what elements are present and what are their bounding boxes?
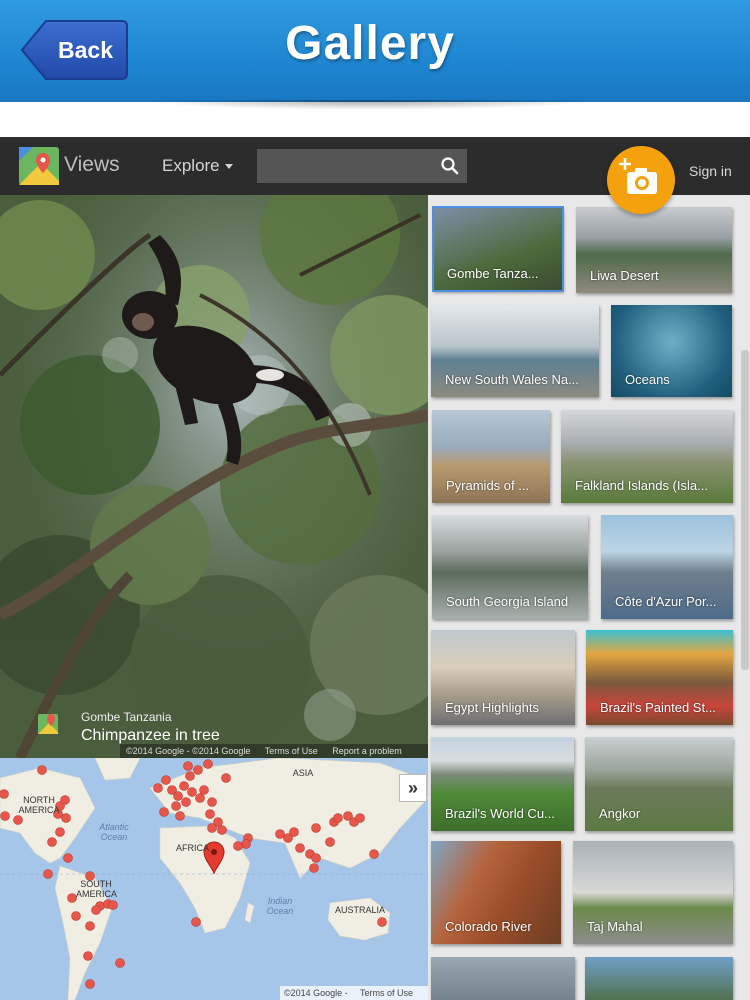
map-label-south-america: SOUTH AMERICA: [76, 879, 118, 899]
sign-in-link[interactable]: Sign in: [689, 163, 732, 179]
gallery-tile-label: Angkor: [599, 806, 641, 821]
gallery-tile-label: Colorado River: [445, 919, 532, 934]
photo-viewer[interactable]: Gombe Tanzania Chimpanzee in tree ©2014 …: [0, 195, 428, 758]
gallery-tile[interactable]: Pyramids of ...: [432, 410, 550, 503]
gallery-scrollbar[interactable]: [741, 350, 749, 670]
gallery-tile-label: Côte d'Azur Por...: [615, 594, 717, 609]
gallery-tile[interactable]: Brazil's World Cu...: [431, 737, 574, 831]
google-maps-logo-icon[interactable]: [19, 147, 59, 185]
chimpanzee-photo: [0, 195, 428, 758]
gallery-tile-label: New South Wales Na...: [445, 372, 579, 387]
gallery-tile[interactable]: Liwa Desert: [576, 207, 732, 293]
map-label-africa: AFRICA: [176, 843, 210, 853]
gallery-tile[interactable]: Angkor: [585, 737, 733, 831]
map-label-north-america: NORTH AMERICA: [18, 795, 60, 815]
gallery-tile[interactable]: Oceans: [611, 305, 732, 397]
caption-place: Gombe Tanzania: [81, 710, 172, 724]
map-label-atlantic: Atlantic Ocean: [99, 822, 129, 842]
header-shadow: [140, 100, 600, 110]
search-input[interactable]: [257, 149, 467, 183]
search-icon[interactable]: [440, 156, 460, 176]
gallery-tile[interactable]: Falkland Islands (Isla...: [561, 410, 733, 503]
gallery-tile[interactable]: Colorado River: [431, 841, 561, 944]
expand-map-button[interactable]: »: [399, 774, 427, 802]
gallery-tile-label: Gombe Tanza...: [447, 266, 539, 281]
gallery-tile-label: Brazil's World Cu...: [445, 806, 555, 821]
map-footer: ©2014 Google - Terms of Use: [280, 986, 428, 1000]
world-map-graphic: [0, 758, 428, 1000]
brand-label[interactable]: Views: [64, 153, 120, 177]
gallery-tile[interactable]: Côte d'Azur Por...: [601, 515, 733, 619]
photo-caption: Gombe Tanzania Chimpanzee in tree: [81, 710, 220, 745]
gallery-tile[interactable]: Egypt Highlights: [431, 630, 575, 725]
gallery-tile-label: Taj Mahal: [587, 919, 643, 934]
gallery-tile-label: Egypt Highlights: [445, 700, 539, 715]
map-label-asia: ASIA: [292, 768, 314, 778]
add-photo-button[interactable]: [607, 146, 675, 214]
map-terms-link[interactable]: Terms of Use: [360, 988, 413, 998]
explore-menu[interactable]: Explore: [162, 156, 233, 176]
gallery-tile-label: Falkland Islands (Isla...: [575, 478, 708, 493]
gallery-tile[interactable]: Brazil's Painted St...: [586, 630, 733, 725]
gallery-tile-label: Pyramids of ...: [446, 478, 530, 493]
map-pin-icon: [38, 714, 58, 734]
gallery-tile-label: South Georgia Island: [446, 594, 569, 609]
world-map[interactable]: NORTH AMERICA Atlantic Ocean AFRICA ASIA…: [0, 758, 428, 1000]
gallery-grid[interactable]: Gombe Tanza... Liwa Desert New South Wal…: [428, 195, 750, 1000]
photo-terms-link[interactable]: Terms of Use: [265, 746, 318, 756]
photo-copyright: ©2014 Google - ©2014 Google: [126, 746, 251, 756]
caret-down-icon: [224, 164, 233, 170]
app-header: Back Gallery: [0, 0, 750, 102]
gallery-tile[interactable]: [431, 957, 575, 1000]
caption-title: Chimpanzee in tree: [81, 727, 220, 744]
page-title: Gallery: [285, 17, 455, 70]
gallery-tile[interactable]: Gombe Tanza...: [432, 206, 564, 292]
photo-footer: ©2014 Google - ©2014 Google Terms of Use…: [120, 744, 428, 758]
gallery-tile[interactable]: New South Wales Na...: [431, 305, 599, 397]
report-problem-link[interactable]: Report a problem: [332, 746, 402, 756]
gallery-tile[interactable]: [585, 957, 733, 1000]
gallery-tile-label: Liwa Desert: [590, 268, 659, 283]
gallery-tile[interactable]: Taj Mahal: [573, 841, 733, 944]
app-root: Back Gallery Views Explore Sign in Gombe…: [0, 0, 750, 1000]
explore-label: Explore: [162, 156, 220, 175]
add-camera-icon: [619, 158, 657, 194]
map-label-indian-ocean: Indian Ocean: [266, 896, 294, 916]
gallery-tile-label: Oceans: [625, 372, 670, 387]
gallery-tile-label: Brazil's Painted St...: [600, 700, 716, 715]
map-label-australia: AUSTRALIA: [334, 905, 385, 915]
map-copyright: ©2014 Google -: [284, 988, 348, 998]
gallery-tile[interactable]: South Georgia Island: [432, 515, 588, 619]
